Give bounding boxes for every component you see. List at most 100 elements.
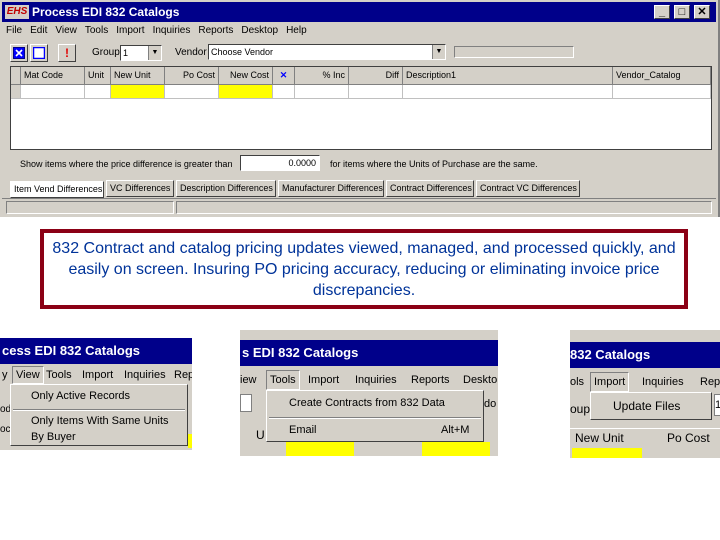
zoom2-menu-reports[interactable]: Reports (411, 370, 450, 390)
zoom3-menu-import[interactable]: Import (590, 372, 630, 392)
row-selector[interactable] (11, 85, 21, 99)
zoom2-menu-desktop[interactable]: Deskto (463, 370, 497, 390)
menu-reports[interactable]: Reports (194, 22, 237, 40)
row-selector-header (11, 67, 21, 85)
filter-suffix: for items where the Units of Purchase ar… (330, 159, 538, 169)
cell-diff[interactable] (349, 85, 403, 99)
col-unit[interactable]: Unit (85, 67, 111, 85)
window-title: Process EDI 832 Catalogs (32, 5, 180, 19)
zoom2-alert-frag (240, 394, 252, 412)
menu-item-create-contracts[interactable]: Create Contracts from 832 Data (289, 397, 445, 409)
group-label: Group (92, 47, 120, 58)
menu-inquiries[interactable]: Inquiries (149, 22, 195, 40)
zoom-view-menu: cess EDI 832 Catalogs y View Tools Impor… (0, 338, 192, 450)
col-new-unit[interactable]: New Unit (111, 67, 165, 85)
zoom1-menubar: y View Tools Import Inquiries Rep (0, 366, 192, 384)
progress-bar (454, 46, 574, 58)
col-vendor-catalog[interactable]: Vendor_Catalog (613, 67, 711, 85)
zoom3-col-new-unit[interactable]: New Unit (575, 431, 624, 445)
tab-contract-vc-differences[interactable]: Contract VC Differences (476, 180, 580, 197)
menu-bar: File Edit View Tools Import Inquiries Re… (2, 22, 716, 40)
zoom2-menu-frag: iew (240, 374, 257, 386)
zoom3-grid-header: New Unit Po Cost (570, 428, 720, 446)
menu-desktop[interactable]: Desktop (237, 22, 282, 40)
checkbox-empty-icon (32, 46, 46, 60)
main-window: EHS Process EDI 832 Catalogs _ □ ✕ File … (0, 0, 720, 217)
checkbox-x-icon (13, 47, 25, 59)
zoom3-menu-inquiries[interactable]: Inquiries (642, 372, 684, 392)
price-difference-input[interactable]: 0.0000 (240, 155, 320, 171)
menu-separator (269, 417, 481, 419)
email-shortcut: Alt+M (441, 424, 470, 436)
cell-description1[interactable] (403, 85, 613, 99)
menu-item-only-items-same-units[interactable]: Only Items With Same Units (31, 415, 169, 427)
zoom1-menu-view[interactable]: View (12, 366, 44, 384)
zoom3-menu-rep[interactable]: Rep (700, 372, 720, 392)
cell-mat-code[interactable] (21, 85, 85, 99)
zoom3-left-frag: oup (570, 402, 591, 416)
col-diff[interactable]: Diff (349, 67, 403, 85)
cell-pct-inc[interactable] (295, 85, 349, 99)
select-all-button[interactable] (10, 44, 28, 62)
zoom2-highlight-cell (286, 442, 354, 456)
zoom1-menu-import[interactable]: Import (82, 366, 113, 384)
items-grid[interactable]: Mat Code Unit New Unit Po Cost New Cost … (10, 66, 712, 150)
menu-help[interactable]: Help (282, 22, 311, 40)
col-delete[interactable]: ✕ (273, 67, 295, 85)
tab-item-vend-differences[interactable]: Item Vend Differences (10, 181, 104, 198)
zoom2-title: s EDI 832 Catalogs (240, 340, 498, 366)
app-logo: EHS (5, 5, 29, 19)
vendor-select[interactable]: Choose Vendor ▼ (208, 44, 446, 60)
menu-item-only-active-records[interactable]: Only Active Records (31, 390, 130, 402)
maximize-button[interactable]: □ (674, 5, 690, 19)
close-button[interactable]: ✕ (694, 5, 710, 19)
cell-new-unit[interactable] (111, 85, 165, 99)
menu-tools[interactable]: Tools (81, 22, 112, 40)
col-description1[interactable]: Description1 (403, 67, 613, 85)
tools-dropdown: Create Contracts from 832 Data Email Alt… (266, 390, 484, 442)
cell-po-cost[interactable] (165, 85, 219, 99)
zoom1-menu-frag: y (2, 369, 8, 381)
menu-edit[interactable]: Edit (26, 22, 51, 40)
tab-vc-differences[interactable]: VC Differences (106, 180, 174, 197)
group-select[interactable]: 1 ▼ (120, 45, 162, 61)
zoom2-menu-tools[interactable]: Tools (266, 370, 300, 390)
menu-item-update-files[interactable]: Update Files (613, 399, 680, 413)
col-po-cost[interactable]: Po Cost (165, 67, 219, 85)
zoom1-menu-rep[interactable]: Rep (174, 366, 192, 384)
zoom3-col-po-cost[interactable]: Po Cost (667, 431, 710, 445)
zoom3-highlight-cell (572, 448, 642, 458)
zoom2-menu-import[interactable]: Import (308, 370, 339, 390)
zoom1-menu-inquiries[interactable]: Inquiries (124, 366, 166, 384)
zoom2-highlight-cell-2 (422, 442, 490, 456)
tab-description-differences[interactable]: Description Differences (176, 180, 276, 197)
cell-new-cost[interactable] (219, 85, 273, 99)
menu-view[interactable]: View (51, 22, 81, 40)
menu-file[interactable]: File (2, 22, 26, 40)
zoom2-menu-inquiries[interactable]: Inquiries (355, 370, 397, 390)
zoom3-title: 832 Catalogs (570, 342, 720, 368)
tab-contract-differences[interactable]: Contract Differences (386, 180, 474, 197)
cell-unit[interactable] (85, 85, 111, 99)
zoom2-menubar: iew Tools Import Inquiries Reports Deskt… (240, 370, 498, 390)
zoom1-menu-tools[interactable]: Tools (46, 366, 72, 384)
col-pct-inc[interactable]: % Inc (295, 67, 349, 85)
title-bar[interactable]: EHS Process EDI 832 Catalogs _ □ ✕ (2, 2, 716, 22)
menu-item-email[interactable]: Email (289, 424, 317, 436)
menu-item-by-buyer[interactable]: By Buyer (31, 431, 76, 443)
deselect-all-button[interactable] (30, 44, 48, 62)
menu-import[interactable]: Import (112, 22, 148, 40)
zoom2-left-frag: U (256, 428, 265, 442)
minimize-button[interactable]: _ (654, 5, 670, 19)
zoom-import-menu: 832 Catalogs ols Import Inquiries Rep ou… (570, 330, 720, 458)
chevron-down-icon: ▼ (148, 46, 161, 60)
view-dropdown: Only Active Records Only Items With Same… (10, 384, 188, 446)
tab-manufacturer-differences[interactable]: Manufacturer Differences (278, 180, 384, 197)
cell-delete[interactable] (273, 85, 295, 99)
col-new-cost[interactable]: New Cost (219, 67, 273, 85)
alert-button[interactable]: ! (58, 44, 76, 62)
col-mat-code[interactable]: Mat Code (21, 67, 85, 85)
chevron-down-icon: ▼ (432, 45, 445, 59)
zoom2-right-frag: do (484, 398, 497, 410)
cell-vendor-catalog[interactable] (613, 85, 711, 99)
